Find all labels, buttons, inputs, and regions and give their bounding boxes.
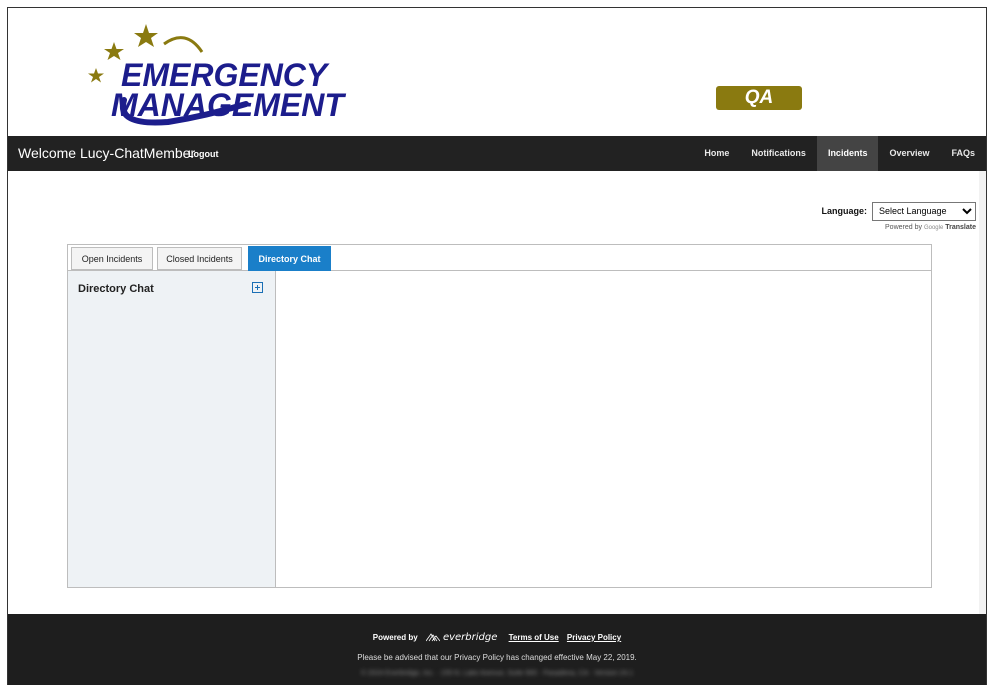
nav-menu: Home Notifications Incidents Overview FA… <box>693 136 986 171</box>
star-icon <box>134 24 158 47</box>
sidebar-title: Directory Chat <box>78 283 154 295</box>
incidents-panel: Open Incidents Closed Incidents Director… <box>67 244 932 588</box>
directory-chat-sidebar: Directory Chat <box>68 271 276 587</box>
nav-item-home[interactable]: Home <box>693 136 740 171</box>
everbridge-brand-text: everbridge <box>442 632 498 643</box>
welcome-text: Welcome Lucy-ChatMember <box>18 145 196 161</box>
nav-item-incidents[interactable]: Incidents <box>816 136 879 171</box>
terms-of-use-link[interactable]: Terms of Use <box>509 633 559 642</box>
footer-links: Powered by everbridge Terms of Use Priva… <box>8 632 986 643</box>
footer-powered-by: Powered by <box>372 633 418 642</box>
translate-link[interactable]: Translate <box>945 224 976 231</box>
everbridge-wave-icon <box>425 632 441 641</box>
language-selector-row: Language: Select Language <box>821 200 976 222</box>
everbridge-logo: everbridge <box>425 632 500 643</box>
nav-item-notifications[interactable]: Notifications <box>740 136 817 171</box>
language-select[interactable]: Select Language <box>872 201 976 221</box>
tab-directory-chat[interactable]: Directory Chat <box>248 246 331 271</box>
chat-content-area[interactable] <box>276 271 931 587</box>
logo-line2: MANAGEMENT <box>111 87 346 123</box>
nav-item-overview[interactable]: Overview <box>878 136 940 171</box>
blurred-copyright: © 2024 Everbridge, Inc. · 155 N. Lake Av… <box>360 670 634 677</box>
emergency-management-logo: EMERGENCY MANAGEMENT <box>88 24 346 126</box>
browser-frame: EMERGENCY MANAGEMENT QA Welcome Lucy-Cha… <box>7 7 987 685</box>
footer: Powered by everbridge Terms of Use Priva… <box>8 614 986 685</box>
star-icon <box>88 68 104 83</box>
tab-closed-incidents[interactable]: Closed Incidents <box>157 247 242 270</box>
language-label: Language: <box>821 206 867 216</box>
privacy-notice: Please be advised that our Privacy Polic… <box>357 653 637 662</box>
google-logo: Google <box>923 225 944 231</box>
header: EMERGENCY MANAGEMENT QA <box>8 8 986 136</box>
powered-by-text: Powered by <box>885 224 922 231</box>
environment-badge: QA <box>716 86 802 110</box>
privacy-policy-link[interactable]: Privacy Policy <box>567 633 621 642</box>
nav-item-faqs[interactable]: FAQs <box>940 136 986 171</box>
tab-open-incidents[interactable]: Open Incidents <box>71 247 153 270</box>
add-chat-icon[interactable] <box>252 282 263 293</box>
logout-link[interactable]: Logout <box>188 136 219 172</box>
tab-bar: Open Incidents Closed Incidents Director… <box>68 245 931 271</box>
google-translate-credit: Powered by Google Translate <box>885 224 976 231</box>
top-navbar: Welcome Lucy-ChatMember Logout Home Noti… <box>8 136 986 171</box>
